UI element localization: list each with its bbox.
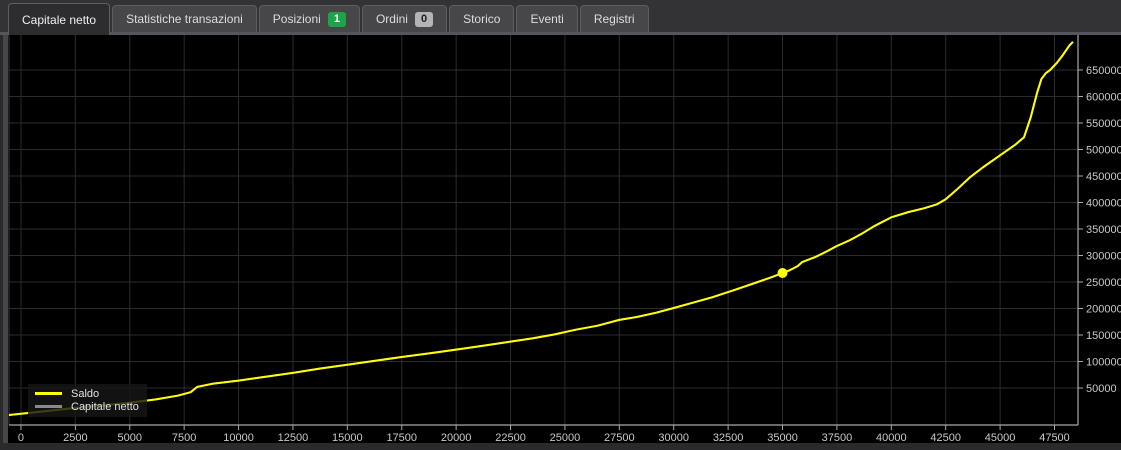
x-tick-label: 22500 bbox=[495, 432, 526, 444]
x-tick-label: 45000 bbox=[985, 432, 1016, 444]
x-tick-label: 32500 bbox=[713, 432, 744, 444]
chart-svg: 0 2500 5000 7500 10000 12500 15000 17500 20000 22… bbox=[8, 35, 1121, 444]
x-tick-label: 17500 bbox=[386, 432, 417, 444]
y-tick-label: 250000 bbox=[1086, 277, 1121, 289]
legend-line-swatch bbox=[35, 405, 62, 408]
legend-line-swatch bbox=[35, 392, 62, 395]
x-tick-label: 2500 bbox=[63, 432, 87, 444]
tab-label: Capitale netto bbox=[22, 12, 97, 27]
x-tick-label: 35000 bbox=[767, 432, 798, 444]
x-tick-label: 47500 bbox=[1039, 432, 1070, 444]
x-tick-label: 42500 bbox=[930, 432, 961, 444]
capitale-netto-line bbox=[8, 41, 1074, 416]
chart-legend: Saldo Capitale netto bbox=[28, 384, 147, 417]
legend-item-capitale-netto[interactable]: Capitale netto bbox=[35, 400, 139, 413]
y-tick-label: 450000 bbox=[1086, 171, 1121, 183]
y-tick-label: 650000 bbox=[1086, 65, 1121, 77]
legend-item-saldo[interactable]: Saldo bbox=[35, 387, 139, 400]
y-tick-label: 100000 bbox=[1086, 357, 1121, 369]
x-tick-label: 15000 bbox=[332, 432, 363, 444]
current-point-marker bbox=[777, 267, 788, 278]
panel-top-border bbox=[0, 32, 1121, 35]
y-tick-label: 600000 bbox=[1086, 91, 1121, 103]
y-tick-label: 200000 bbox=[1086, 303, 1121, 315]
y-tick-label: 350000 bbox=[1086, 224, 1121, 236]
y-tick-label: 550000 bbox=[1086, 118, 1121, 130]
grid-layer bbox=[9, 35, 1078, 425]
x-tick-label: 37500 bbox=[822, 432, 853, 444]
y-tick-label: 50000 bbox=[1086, 383, 1117, 395]
x-tick-label: 25000 bbox=[550, 432, 581, 444]
backtest-results-window: Capitale netto Statistiche transazioni Pos… bbox=[0, 0, 1121, 450]
y-tick-label: 150000 bbox=[1086, 330, 1121, 342]
tab-capitale-netto[interactable]: Capitale netto bbox=[8, 3, 111, 35]
x-tick-label: 27500 bbox=[604, 432, 635, 444]
y-tick-label: 400000 bbox=[1086, 197, 1121, 209]
x-tick-label: 30000 bbox=[658, 432, 689, 444]
saldo-line bbox=[8, 41, 1074, 416]
x-tick-label: 10000 bbox=[223, 432, 254, 444]
x-tick-label: 7500 bbox=[172, 432, 196, 444]
x-tick-label: 20000 bbox=[441, 432, 472, 444]
x-tick-label: 12500 bbox=[278, 432, 309, 444]
x-tick-label: 5000 bbox=[118, 432, 142, 444]
y-tick-label: 300000 bbox=[1086, 250, 1121, 262]
series-layer bbox=[8, 41, 1074, 416]
legend-label: Capitale netto bbox=[71, 400, 139, 413]
x-tick-label: 40000 bbox=[876, 432, 907, 444]
legend-label: Saldo bbox=[71, 387, 100, 400]
x-tick-label: 0 bbox=[18, 432, 24, 444]
y-tick-label: 500000 bbox=[1086, 144, 1121, 156]
